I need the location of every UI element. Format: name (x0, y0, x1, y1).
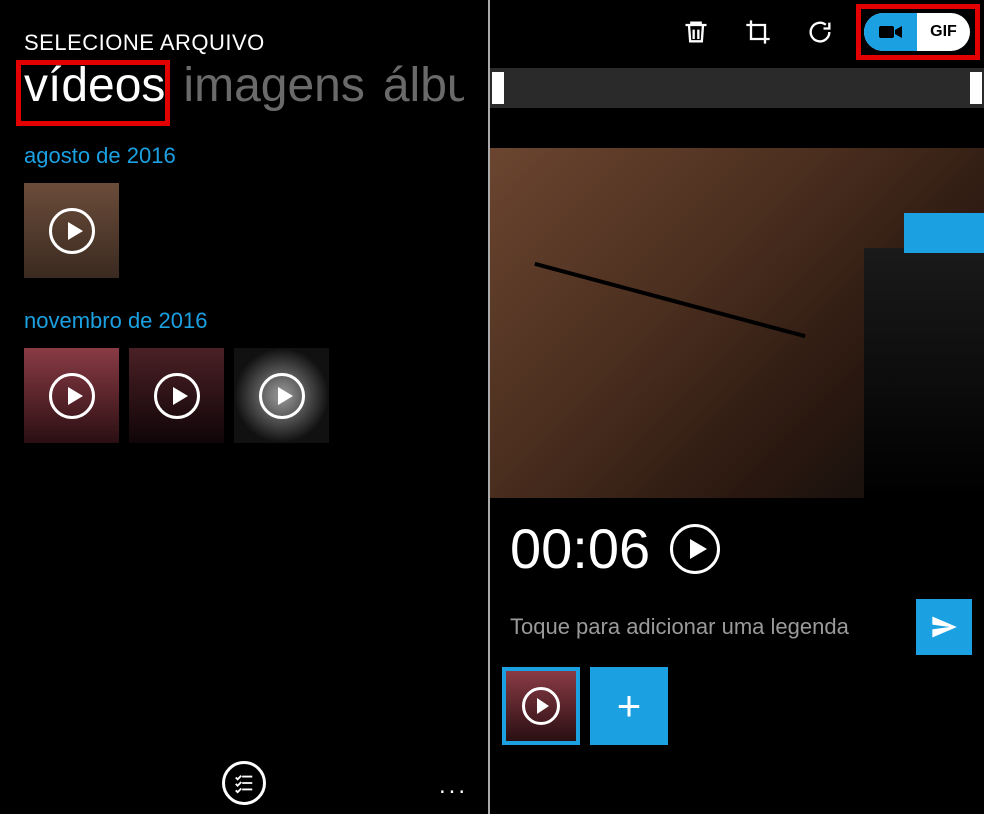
list-check-icon (233, 772, 255, 794)
play-icon (49, 373, 95, 419)
video-thumbnail[interactable] (234, 348, 329, 443)
plus-icon: + (617, 682, 642, 730)
attachment-strip: + (490, 655, 984, 757)
rotate-button[interactable] (802, 14, 838, 50)
screen-video-editor: GIF 00:06 Toque para adicionar uma legen… (490, 0, 984, 814)
video-gif-toggle[interactable]: GIF (864, 13, 970, 51)
trim-handle-start[interactable] (492, 72, 504, 104)
send-icon (930, 613, 958, 641)
crop-icon (744, 18, 772, 46)
editor-toolbar: GIF (490, 0, 984, 64)
send-button[interactable] (916, 599, 972, 655)
video-thumbnail[interactable] (24, 348, 119, 443)
rotate-icon (806, 18, 834, 46)
video-thumbnail[interactable] (24, 183, 119, 278)
tabs-row: vídeos imagens álbu (24, 58, 464, 113)
trim-timeline[interactable] (490, 68, 984, 108)
tab-videos[interactable]: vídeos (24, 58, 165, 113)
picker-header: SELECIONE ARQUIVO vídeos imagens álbu (0, 0, 488, 113)
bottom-appbar: ... (0, 752, 488, 814)
crop-button[interactable] (740, 14, 776, 50)
caption-row: Toque para adicionar uma legenda (490, 599, 984, 655)
video-camera-icon (879, 24, 903, 40)
thumbs-row (24, 348, 464, 443)
add-attachment-button[interactable]: + (590, 667, 668, 745)
video-duration: 00:06 (510, 516, 650, 581)
select-file-label: SELECIONE ARQUIVO (24, 30, 464, 56)
caption-input[interactable]: Toque para adicionar uma legenda (510, 613, 904, 642)
thumbs-row (24, 183, 464, 278)
video-thumbnail[interactable] (129, 348, 224, 443)
preview-content (534, 262, 805, 338)
delete-button[interactable] (678, 14, 714, 50)
trash-icon (682, 18, 710, 46)
multiselect-button[interactable] (222, 761, 266, 805)
toggle-video-side (864, 13, 917, 51)
playback-row: 00:06 (490, 498, 984, 599)
tab-images[interactable]: imagens (183, 58, 364, 113)
toggle-gif-side: GIF (917, 13, 970, 51)
group-august: agosto de 2016 (0, 143, 488, 278)
play-icon (49, 208, 95, 254)
group-date-label[interactable]: novembro de 2016 (24, 308, 464, 334)
play-icon (154, 373, 200, 419)
video-preview[interactable] (490, 148, 984, 498)
play-button[interactable] (670, 524, 720, 574)
more-button[interactable]: ... (439, 772, 468, 800)
play-icon (522, 687, 560, 725)
trim-handle-end[interactable] (970, 72, 982, 104)
group-november: novembro de 2016 (0, 308, 488, 443)
play-icon (259, 373, 305, 419)
attached-video-thumb[interactable] (502, 667, 580, 745)
tab-albums[interactable]: álbu (383, 58, 464, 113)
group-date-label[interactable]: agosto de 2016 (24, 143, 464, 169)
screen-file-picker: SELECIONE ARQUIVO vídeos imagens álbu ag… (0, 0, 490, 814)
